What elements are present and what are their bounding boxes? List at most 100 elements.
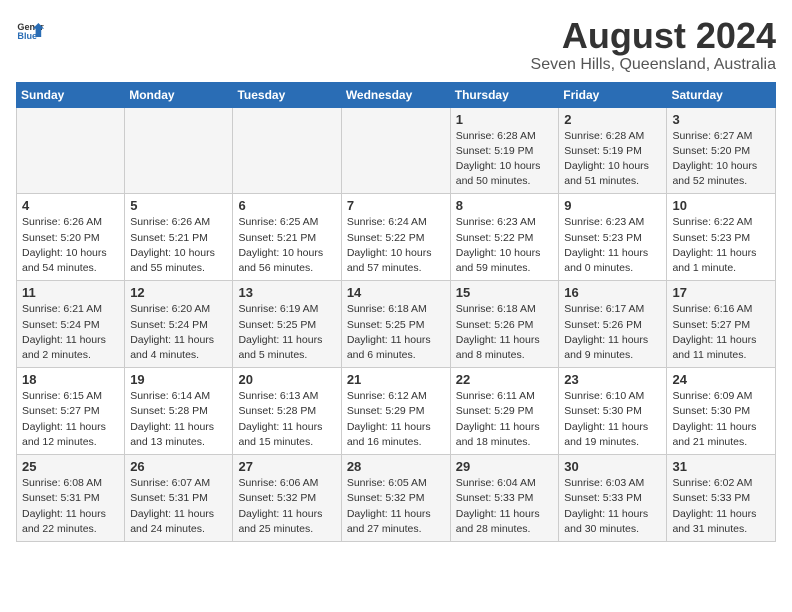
calendar-week-row: 1 Sunrise: 6:28 AM Sunset: 5:19 PM Daylig… — [17, 107, 776, 194]
day-info: Sunrise: 6:17 AM Sunset: 5:26 PM Dayligh… — [564, 302, 661, 363]
calendar-week-row: 18Sunrise: 6:15 AM Sunset: 5:27 PM Dayli… — [17, 368, 776, 455]
day-info: Sunrise: 6:19 AM Sunset: 5:25 PM Dayligh… — [238, 302, 335, 363]
day-info: Sunrise: 6:02 AM Sunset: 5:33 PM Dayligh… — [672, 476, 770, 537]
calendar-table: SundayMondayTuesdayWednesdayThursdayFrid… — [16, 82, 776, 542]
day-number: 1 — [456, 112, 554, 127]
day-info: Sunrise: 6:22 AM Sunset: 5:23 PM Dayligh… — [672, 215, 770, 276]
calendar-cell: 30 Sunrise: 6:03 AM Sunset: 5:33 PM Dayli… — [559, 455, 667, 542]
day-info: Sunrise: 6:24 AM Sunset: 5:22 PM Dayligh… — [347, 215, 445, 276]
day-number: 20 — [238, 372, 335, 387]
day-number: 30 — [564, 459, 661, 474]
calendar-cell — [341, 107, 450, 194]
calendar-cell: 10 Sunrise: 6:22 AM Sunset: 5:23 PM Dayli… — [667, 194, 776, 281]
day-number: 23 — [564, 372, 661, 387]
calendar-cell: 27 Sunrise: 6:06 AM Sunset: 5:32 PM Dayli… — [233, 455, 341, 542]
day-info: Sunrise: 6:23 AM Sunset: 5:23 PM Dayligh… — [564, 215, 661, 276]
calendar-cell: 6 Sunrise: 6:25 AM Sunset: 5:21 PM Daylig… — [233, 194, 341, 281]
calendar-cell: 5 Sunrise: 6:26 AM Sunset: 5:21 PM Daylig… — [125, 194, 233, 281]
day-number: 26 — [130, 459, 227, 474]
calendar-cell: 12 Sunrise: 6:20 AM Sunset: 5:24 PM Dayli… — [125, 281, 233, 368]
weekday-header-cell: Sunday — [17, 82, 125, 107]
day-info: Sunrise: 6:26 AM Sunset: 5:20 PM Dayligh… — [22, 215, 119, 276]
calendar-cell: 3Sunrise: 6:27 AM Sunset: 5:20 PM Daylig… — [667, 107, 776, 194]
day-number: 11 — [22, 285, 119, 300]
day-number: 10 — [672, 198, 770, 213]
weekday-header-cell: Wednesday — [341, 82, 450, 107]
calendar-cell: 21Sunrise: 6:12 AM Sunset: 5:29 PM Dayli… — [341, 368, 450, 455]
day-number: 25 — [22, 459, 119, 474]
day-info: Sunrise: 6:13 AM Sunset: 5:28 PM Dayligh… — [238, 389, 335, 450]
calendar-cell: 22Sunrise: 6:11 AM Sunset: 5:29 PM Dayli… — [450, 368, 559, 455]
day-info: Sunrise: 6:18 AM Sunset: 5:25 PM Dayligh… — [347, 302, 445, 363]
day-number: 12 — [130, 285, 227, 300]
calendar-cell: 25Sunrise: 6:08 AM Sunset: 5:31 PM Dayli… — [17, 455, 125, 542]
day-info: Sunrise: 6:26 AM Sunset: 5:21 PM Dayligh… — [130, 215, 227, 276]
page-header: General Blue August 2024 Seven Hills, Qu… — [16, 16, 776, 74]
calendar-cell: 19Sunrise: 6:14 AM Sunset: 5:28 PM Dayli… — [125, 368, 233, 455]
day-info: Sunrise: 6:04 AM Sunset: 5:33 PM Dayligh… — [456, 476, 554, 537]
day-number: 17 — [672, 285, 770, 300]
day-info: Sunrise: 6:11 AM Sunset: 5:29 PM Dayligh… — [456, 389, 554, 450]
calendar-cell: 7Sunrise: 6:24 AM Sunset: 5:22 PM Daylig… — [341, 194, 450, 281]
calendar-cell: 28Sunrise: 6:05 AM Sunset: 5:32 PM Dayli… — [341, 455, 450, 542]
day-number: 5 — [130, 198, 227, 213]
day-number: 27 — [238, 459, 335, 474]
day-number: 3 — [672, 112, 770, 127]
day-number: 21 — [347, 372, 445, 387]
calendar-cell: 11Sunrise: 6:21 AM Sunset: 5:24 PM Dayli… — [17, 281, 125, 368]
day-number: 13 — [238, 285, 335, 300]
calendar-cell: 9Sunrise: 6:23 AM Sunset: 5:23 PM Daylig… — [559, 194, 667, 281]
day-info: Sunrise: 6:28 AM Sunset: 5:19 PM Dayligh… — [564, 129, 661, 190]
calendar-cell: 31Sunrise: 6:02 AM Sunset: 5:33 PM Dayli… — [667, 455, 776, 542]
day-info: Sunrise: 6:20 AM Sunset: 5:24 PM Dayligh… — [130, 302, 227, 363]
day-info: Sunrise: 6:15 AM Sunset: 5:27 PM Dayligh… — [22, 389, 119, 450]
calendar-cell: 20 Sunrise: 6:13 AM Sunset: 5:28 PM Dayli… — [233, 368, 341, 455]
day-info: Sunrise: 6:16 AM Sunset: 5:27 PM Dayligh… — [672, 302, 770, 363]
calendar-week-row: 11Sunrise: 6:21 AM Sunset: 5:24 PM Dayli… — [17, 281, 776, 368]
logo-icon: General Blue — [16, 16, 44, 44]
day-number: 16 — [564, 285, 661, 300]
day-number: 2 — [564, 112, 661, 127]
calendar-cell — [17, 107, 125, 194]
calendar-cell: 14 Sunrise: 6:18 AM Sunset: 5:25 PM Dayli… — [341, 281, 450, 368]
calendar-cell: 26 Sunrise: 6:07 AM Sunset: 5:31 PM Dayli… — [125, 455, 233, 542]
day-number: 4 — [22, 198, 119, 213]
day-info: Sunrise: 6:25 AM Sunset: 5:21 PM Dayligh… — [238, 215, 335, 276]
weekday-header-cell: Friday — [559, 82, 667, 107]
calendar-cell — [125, 107, 233, 194]
calendar-cell: 15Sunrise: 6:18 AM Sunset: 5:26 PM Dayli… — [450, 281, 559, 368]
day-info: Sunrise: 6:03 AM Sunset: 5:33 PM Dayligh… — [564, 476, 661, 537]
calendar-cell: 24Sunrise: 6:09 AM Sunset: 5:30 PM Dayli… — [667, 368, 776, 455]
calendar-week-row: 4 Sunrise: 6:26 AM Sunset: 5:20 PM Daylig… — [17, 194, 776, 281]
day-number: 29 — [456, 459, 554, 474]
calendar-cell: 2 Sunrise: 6:28 AM Sunset: 5:19 PM Daylig… — [559, 107, 667, 194]
calendar-cell: 23Sunrise: 6:10 AM Sunset: 5:30 PM Dayli… — [559, 368, 667, 455]
logo: General Blue — [16, 16, 44, 44]
day-info: Sunrise: 6:18 AM Sunset: 5:26 PM Dayligh… — [456, 302, 554, 363]
day-number: 8 — [456, 198, 554, 213]
weekday-header-cell: Saturday — [667, 82, 776, 107]
day-info: Sunrise: 6:23 AM Sunset: 5:22 PM Dayligh… — [456, 215, 554, 276]
calendar-cell: 29 Sunrise: 6:04 AM Sunset: 5:33 PM Dayli… — [450, 455, 559, 542]
main-title: August 2024 — [531, 16, 776, 56]
title-block: August 2024 Seven Hills, Queensland, Aus… — [531, 16, 776, 74]
day-number: 14 — [347, 285, 445, 300]
svg-text:Blue: Blue — [17, 31, 37, 41]
weekday-header-cell: Tuesday — [233, 82, 341, 107]
day-info: Sunrise: 6:06 AM Sunset: 5:32 PM Dayligh… — [238, 476, 335, 537]
weekday-header-row: SundayMondayTuesdayWednesdayThursdayFrid… — [17, 82, 776, 107]
calendar-cell: 4 Sunrise: 6:26 AM Sunset: 5:20 PM Daylig… — [17, 194, 125, 281]
day-number: 6 — [238, 198, 335, 213]
weekday-header-cell: Thursday — [450, 82, 559, 107]
subtitle: Seven Hills, Queensland, Australia — [531, 56, 776, 74]
day-info: Sunrise: 6:05 AM Sunset: 5:32 PM Dayligh… — [347, 476, 445, 537]
day-info: Sunrise: 6:14 AM Sunset: 5:28 PM Dayligh… — [130, 389, 227, 450]
calendar-body: 1 Sunrise: 6:28 AM Sunset: 5:19 PM Daylig… — [17, 107, 776, 541]
day-number: 24 — [672, 372, 770, 387]
calendar-cell: 17 Sunrise: 6:16 AM Sunset: 5:27 PM Dayli… — [667, 281, 776, 368]
calendar-cell: 16 Sunrise: 6:17 AM Sunset: 5:26 PM Dayli… — [559, 281, 667, 368]
weekday-header-cell: Monday — [125, 82, 233, 107]
calendar-week-row: 25Sunrise: 6:08 AM Sunset: 5:31 PM Dayli… — [17, 455, 776, 542]
calendar-cell: 8 Sunrise: 6:23 AM Sunset: 5:22 PM Daylig… — [450, 194, 559, 281]
day-info: Sunrise: 6:07 AM Sunset: 5:31 PM Dayligh… — [130, 476, 227, 537]
